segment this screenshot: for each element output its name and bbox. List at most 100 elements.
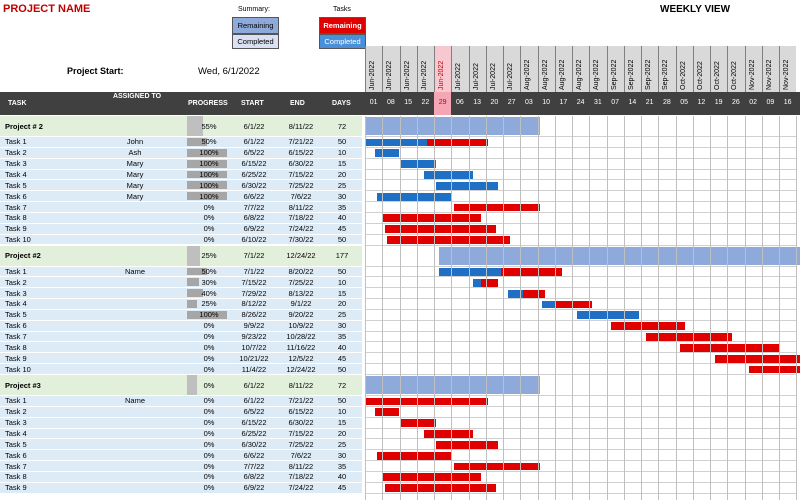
- start-date-cell[interactable]: 6/15/22: [236, 159, 272, 168]
- task-bar-completed[interactable]: [576, 311, 639, 320]
- days-cell[interactable]: 50: [330, 365, 354, 374]
- task-name-cell[interactable]: Project #2: [5, 251, 65, 260]
- start-date-cell[interactable]: 6/5/22: [236, 148, 272, 157]
- end-date-cell[interactable]: 7/18/22: [280, 472, 322, 481]
- task-bar-remaining[interactable]: [453, 462, 540, 471]
- start-date-cell[interactable]: 7/29/22: [236, 289, 272, 298]
- end-date-cell[interactable]: 6/30/22: [280, 418, 322, 427]
- days-cell[interactable]: 45: [330, 483, 354, 492]
- task-bar-remaining[interactable]: [749, 365, 800, 374]
- days-cell[interactable]: 50: [330, 267, 354, 276]
- task-name-cell[interactable]: Task 6: [5, 192, 65, 201]
- end-date-cell[interactable]: 8/11/22: [280, 462, 322, 471]
- start-date-cell[interactable]: 6/6/22: [236, 192, 272, 201]
- task-bar-remaining[interactable]: [426, 138, 489, 147]
- task-bar-remaining[interactable]: [453, 203, 540, 212]
- task-row[interactable]: Task 4 Mary 100% 6/25/22 7/15/22 20: [0, 169, 362, 180]
- end-date-cell[interactable]: 7/25/22: [280, 278, 322, 287]
- task-name-cell[interactable]: Task 9: [5, 224, 65, 233]
- days-cell[interactable]: 10: [330, 148, 354, 157]
- task-name-cell[interactable]: Task 3: [5, 159, 65, 168]
- task-name-cell[interactable]: Task 4: [5, 429, 65, 438]
- task-bar-remaining[interactable]: [522, 289, 545, 298]
- assigned-cell[interactable]: Mary: [110, 170, 160, 179]
- task-bar-remaining[interactable]: [554, 300, 592, 309]
- task-bar-remaining[interactable]: [382, 214, 481, 223]
- task-name-cell[interactable]: Task 10: [5, 235, 65, 244]
- start-date-cell[interactable]: 6/30/22: [236, 181, 272, 190]
- start-date-cell[interactable]: 6/9/22: [236, 483, 272, 492]
- task-name-cell[interactable]: Task 2: [5, 407, 65, 416]
- days-cell[interactable]: 35: [330, 203, 354, 212]
- task-name-cell[interactable]: Task 8: [5, 343, 65, 352]
- end-date-cell[interactable]: 7/18/22: [280, 213, 322, 222]
- task-bar-completed[interactable]: [424, 171, 474, 179]
- task-bar-remaining[interactable]: [680, 343, 779, 352]
- task-name-cell[interactable]: Task 8: [5, 472, 65, 481]
- end-date-cell[interactable]: 6/15/22: [280, 407, 322, 416]
- days-cell[interactable]: 20: [330, 299, 354, 308]
- assigned-cell[interactable]: Name: [110, 267, 160, 276]
- task-row[interactable]: Task 7 0% 9/23/22 10/28/22 35: [0, 331, 362, 342]
- start-date-cell[interactable]: 6/5/22: [236, 407, 272, 416]
- task-row[interactable]: Task 9 0% 6/9/22 7/24/22 45: [0, 223, 362, 234]
- days-cell[interactable]: 15: [330, 159, 354, 168]
- project-row[interactable]: Project #3 0% 6/1/22 8/11/22 72: [0, 375, 362, 395]
- task-row[interactable]: Task 7 0% 7/7/22 8/11/22 35: [0, 202, 362, 212]
- task-row[interactable]: Task 10 0% 6/10/22 7/30/22 50: [0, 234, 362, 245]
- end-date-cell[interactable]: 8/11/22: [280, 203, 322, 212]
- task-row[interactable]: Task 5 0% 6/30/22 7/25/22 25: [0, 439, 362, 450]
- end-date-cell[interactable]: 7/15/22: [280, 429, 322, 438]
- end-date-cell[interactable]: 9/1/22: [280, 299, 322, 308]
- task-row[interactable]: Task 2 30% 7/15/22 7/25/22 10: [0, 277, 362, 288]
- task-name-cell[interactable]: Task 1: [5, 396, 65, 405]
- task-name-cell[interactable]: Task 8: [5, 213, 65, 222]
- days-cell[interactable]: 45: [330, 354, 354, 363]
- end-date-cell[interactable]: 7/21/22: [280, 137, 322, 146]
- task-row[interactable]: Task 5 Mary 100% 6/30/22 7/25/22 25: [0, 180, 362, 191]
- task-row[interactable]: Task 3 Mary 100% 6/15/22 6/30/22 15: [0, 158, 362, 169]
- days-cell[interactable]: 30: [330, 451, 354, 460]
- task-bar-completed[interactable]: [399, 160, 437, 169]
- end-date-cell[interactable]: 10/9/22: [280, 321, 322, 330]
- start-date-cell[interactable]: 6/10/22: [236, 235, 272, 244]
- task-name-cell[interactable]: Task 3: [5, 289, 65, 298]
- start-date-cell[interactable]: 6/1/22: [236, 137, 272, 146]
- task-name-cell[interactable]: Task 2: [5, 148, 65, 157]
- end-date-cell[interactable]: 7/6/22: [280, 451, 322, 460]
- end-date-cell[interactable]: 12/5/22: [280, 354, 322, 363]
- task-row[interactable]: Task 6 Mary 100% 6/6/22 7/6/22 30: [0, 191, 362, 202]
- start-date-cell[interactable]: 7/7/22: [236, 462, 272, 471]
- task-bar-remaining[interactable]: [500, 268, 563, 276]
- end-date-cell[interactable]: 7/24/22: [280, 483, 322, 492]
- days-cell[interactable]: 50: [330, 235, 354, 244]
- start-date-cell[interactable]: 6/1/22: [236, 381, 272, 390]
- task-row[interactable]: Task 3 40% 7/29/22 8/13/22 15: [0, 288, 362, 299]
- assigned-cell[interactable]: Ash: [110, 148, 160, 157]
- task-row[interactable]: Task 4 25% 8/12/22 9/1/22 20: [0, 299, 362, 309]
- task-row[interactable]: Task 8 0% 6/8/22 7/18/22 40: [0, 471, 362, 482]
- task-row[interactable]: Task 10 0% 11/4/22 12/24/22 50: [0, 364, 362, 374]
- task-bar-remaining[interactable]: [365, 397, 489, 406]
- project-start-value[interactable]: Wed, 6/1/2022: [198, 66, 260, 77]
- start-date-cell[interactable]: 8/26/22: [236, 310, 272, 319]
- end-date-cell[interactable]: 8/20/22: [280, 267, 322, 276]
- days-cell[interactable]: 25: [330, 181, 354, 190]
- task-name-cell[interactable]: Task 7: [5, 332, 65, 341]
- days-cell[interactable]: 15: [330, 418, 354, 427]
- end-date-cell[interactable]: 6/30/22: [280, 159, 322, 168]
- days-cell[interactable]: 72: [330, 122, 354, 131]
- task-row[interactable]: Task 2 Ash 100% 6/5/22 6/15/22 10: [0, 147, 362, 158]
- end-date-cell[interactable]: 9/20/22: [280, 310, 322, 319]
- days-cell[interactable]: 40: [330, 213, 354, 222]
- end-date-cell[interactable]: 11/16/22: [280, 343, 322, 352]
- start-date-cell[interactable]: 6/25/22: [236, 170, 272, 179]
- task-bar-completed[interactable]: [377, 192, 452, 201]
- task-bar-completed[interactable]: [436, 181, 499, 190]
- days-cell[interactable]: 20: [330, 429, 354, 438]
- task-name-cell[interactable]: Project # 2: [5, 122, 65, 131]
- days-cell[interactable]: 30: [330, 192, 354, 201]
- task-name-cell[interactable]: Task 5: [5, 181, 65, 190]
- start-date-cell[interactable]: 11/4/22: [236, 365, 272, 374]
- assigned-cell[interactable]: Mary: [110, 192, 160, 201]
